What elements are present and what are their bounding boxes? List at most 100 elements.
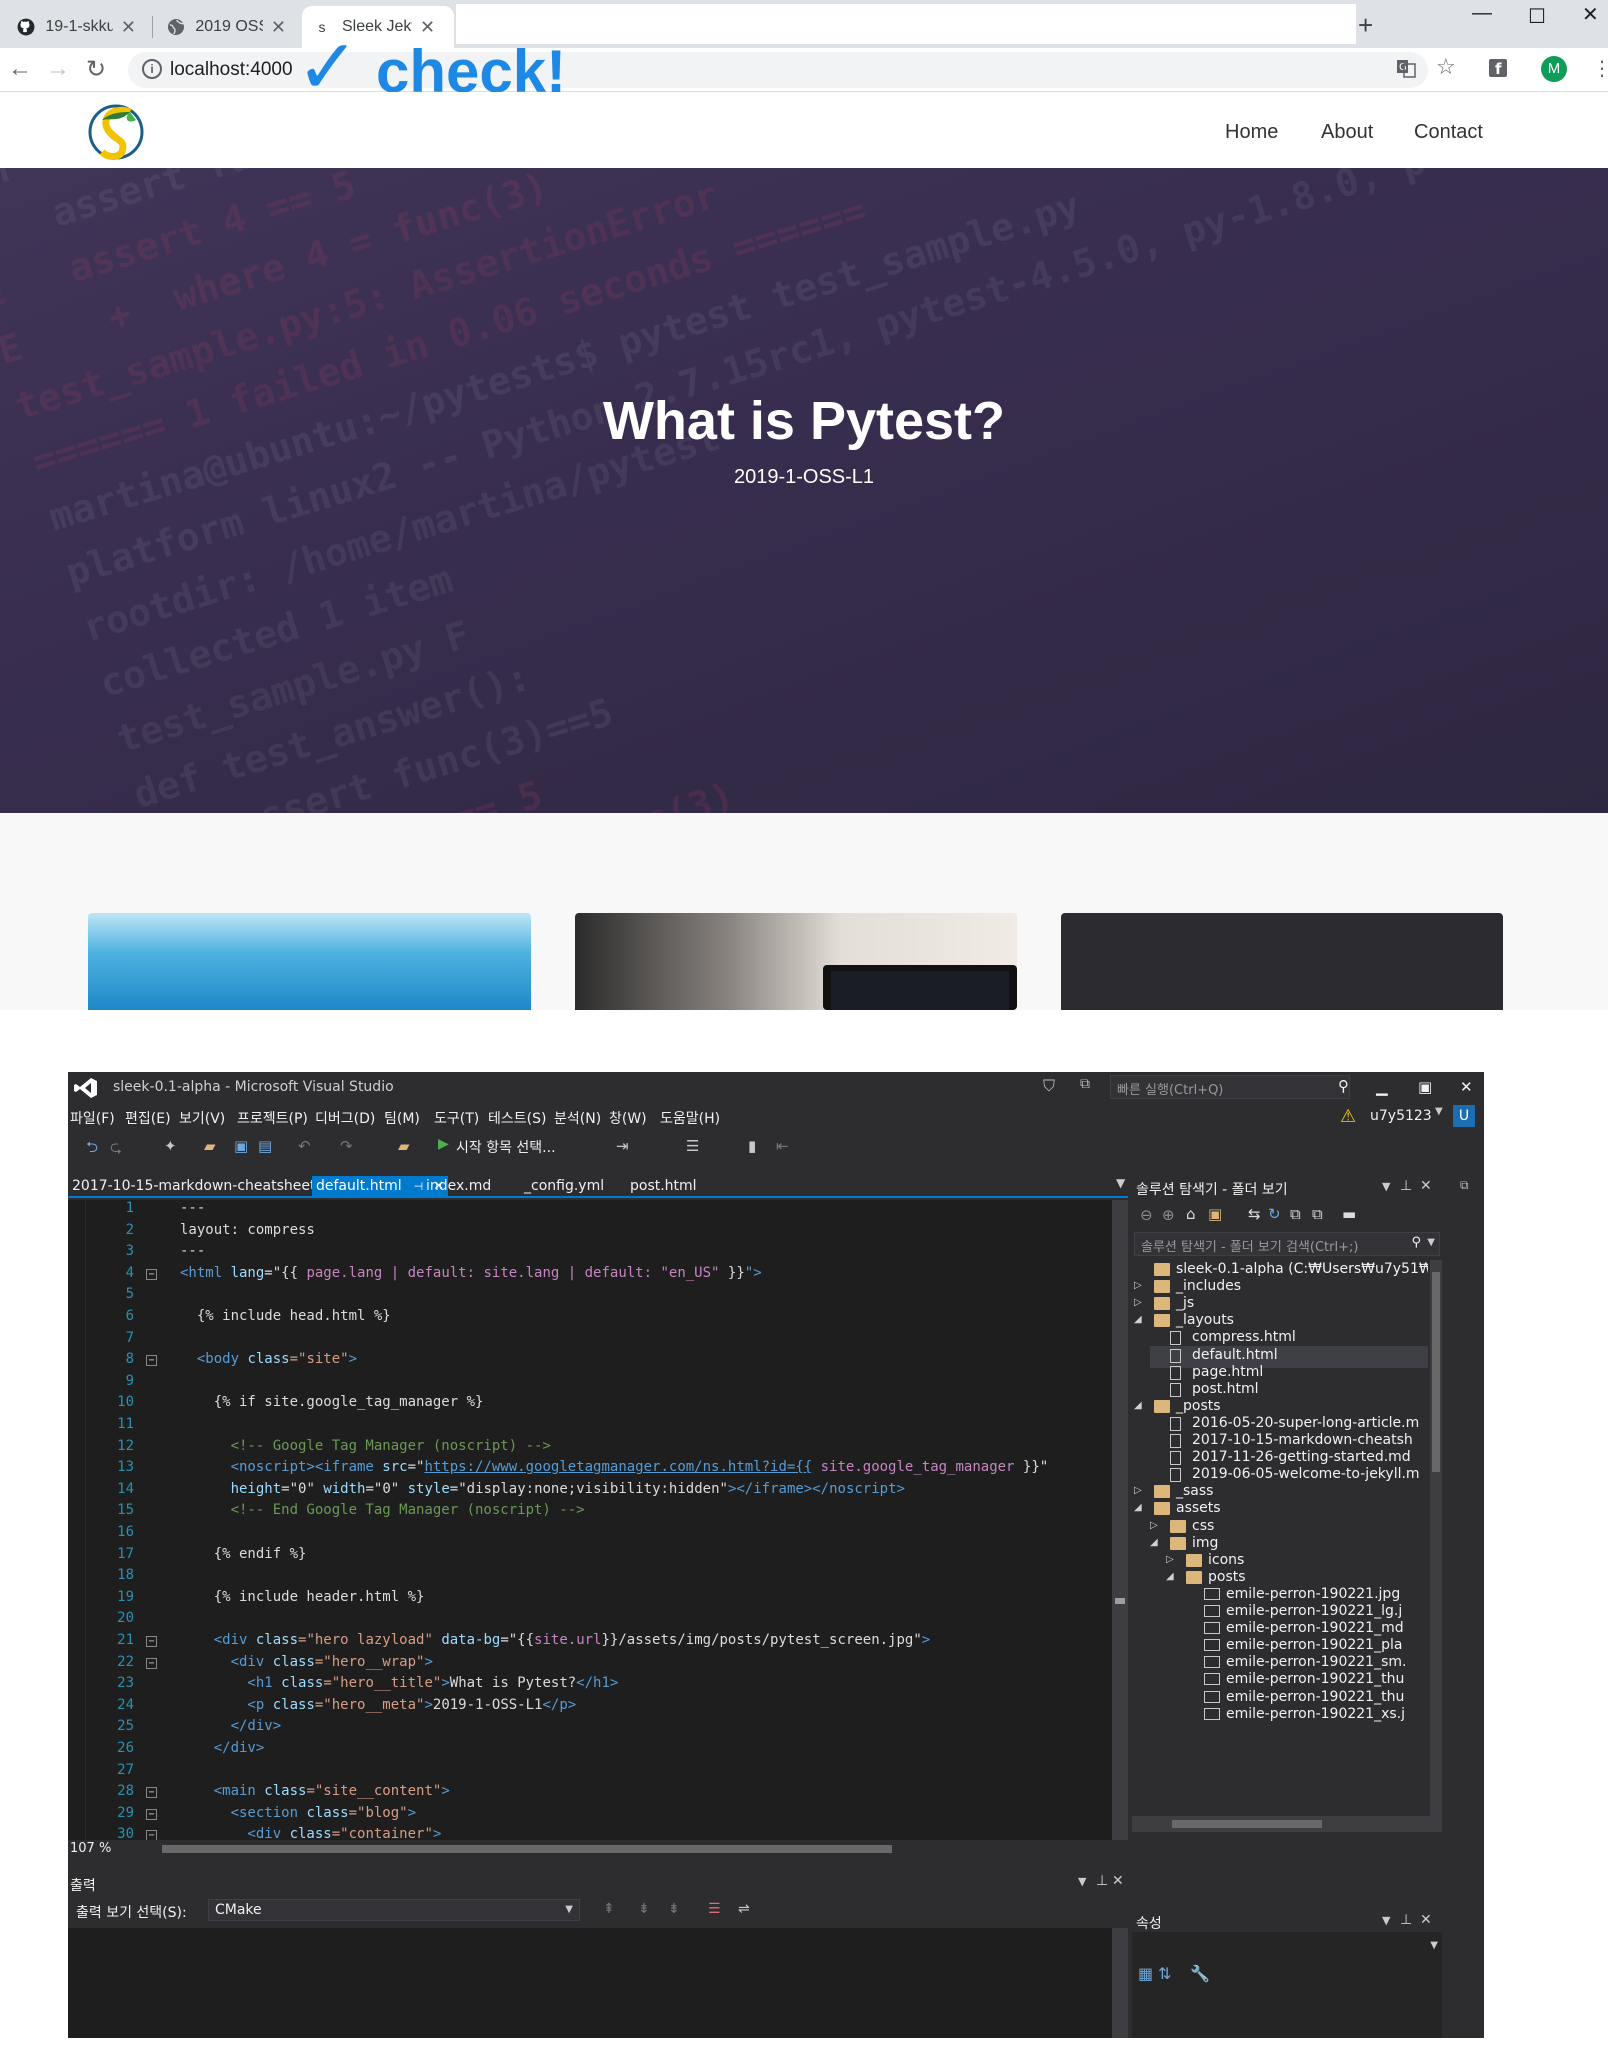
- fold-toggle-icon[interactable]: −: [146, 1787, 157, 1799]
- quick-launch-input[interactable]: 빠른 실행(Ctrl+Q): [1110, 1075, 1350, 1099]
- undo-icon[interactable]: ↶: [298, 1137, 311, 1155]
- pin-icon[interactable]: ⊥: [1096, 1873, 1108, 1889]
- indent-icon[interactable]: ☰: [686, 1137, 699, 1155]
- categorized-icon[interactable]: ▦: [1138, 1964, 1153, 1983]
- post-card-image[interactable]: [1061, 913, 1503, 1010]
- minimize-icon[interactable]: ▁: [1376, 1078, 1388, 1096]
- reload-icon[interactable]: ↻: [86, 55, 106, 84]
- step-icon[interactable]: ⇥: [616, 1137, 629, 1155]
- pin-icon[interactable]: ⊥: [1400, 1912, 1412, 1928]
- go-to-next-icon[interactable]: ⇟: [638, 1901, 650, 1917]
- fold-toggle-icon[interactable]: −: [146, 1268, 157, 1280]
- filter-icon[interactable]: ⛉: [1043, 1076, 1055, 1096]
- nav-contact[interactable]: Contact: [1414, 121, 1483, 144]
- tree-vertical-scrollbar[interactable]: [1430, 1260, 1442, 1816]
- editor-tab[interactable]: 2017-10-15-markdown-cheatsheet.md: [68, 1176, 346, 1196]
- vs-menu-item[interactable]: 테스트(S): [488, 1108, 546, 1128]
- vs-user-name[interactable]: u7y5123: [1370, 1108, 1432, 1124]
- chevron-down-icon[interactable]: ▼: [1382, 1180, 1390, 1193]
- start-item-select[interactable]: 시작 항목 선택...: [456, 1137, 556, 1157]
- find-icon[interactable]: ⇟: [668, 1901, 680, 1917]
- expand-arrow-icon[interactable]: ◢: [1150, 1537, 1164, 1548]
- expand-arrow-icon[interactable]: ▷: [1134, 1280, 1148, 1291]
- search-icon[interactable]: ⚲: [1338, 1077, 1349, 1095]
- fold-toggle-icon[interactable]: −: [146, 1355, 157, 1367]
- editor-tab[interactable]: post.html: [626, 1176, 701, 1196]
- chevron-down-icon[interactable]: ▼: [1435, 1106, 1443, 1117]
- nav-about[interactable]: About: [1321, 121, 1373, 144]
- close-icon[interactable]: ✕: [121, 17, 136, 38]
- vs-menu-item[interactable]: 파일(F): [70, 1108, 115, 1128]
- close-icon[interactable]: ✕: [271, 17, 286, 38]
- search-icon[interactable]: ⚲: [1411, 1235, 1421, 1250]
- toolbox-icon[interactable]: ⧉: [1460, 1178, 1469, 1193]
- close-window-icon[interactable]: ✕: [1582, 2, 1599, 27]
- bookmark-star-icon[interactable]: ☆: [1436, 54, 1456, 80]
- close-icon[interactable]: ✕: [1112, 1873, 1124, 1889]
- word-wrap-icon[interactable]: ⇌: [738, 1901, 750, 1917]
- browser-tab-oss[interactable]: 2019 OSS ✕: [156, 6, 296, 48]
- collapse-all-icon[interactable]: ⧉: [1290, 1205, 1301, 1223]
- bookmark-icon[interactable]: ▮: [748, 1137, 756, 1155]
- vs-menu-item[interactable]: 도구(T): [434, 1108, 479, 1128]
- url-text[interactable]: localhost:4000: [170, 59, 293, 81]
- new-item-icon[interactable]: ✦: [164, 1137, 177, 1155]
- chevron-down-icon[interactable]: ▼: [1430, 1940, 1438, 1951]
- post-card-image[interactable]: [88, 913, 531, 1010]
- home-icon[interactable]: ⌂: [1186, 1205, 1196, 1223]
- solution-explorer-search[interactable]: 솔루션 탐색기 - 폴더 보기 검색(Ctrl+;) ⚲ ▼: [1134, 1232, 1440, 1256]
- vs-menu-item[interactable]: 도움말(H): [660, 1108, 720, 1128]
- expand-arrow-icon[interactable]: ▷: [1166, 1554, 1180, 1565]
- expand-arrow-icon[interactable]: ◢: [1134, 1502, 1148, 1513]
- minimize-icon[interactable]: —: [1472, 2, 1492, 25]
- close-icon[interactable]: ✕: [1460, 1078, 1473, 1096]
- fold-toggle-icon[interactable]: −: [146, 1636, 157, 1647]
- scroll-thumb[interactable]: [1115, 1598, 1125, 1604]
- editor-horizontal-scrollbar[interactable]: 107 %: [68, 1840, 1128, 1858]
- vs-menu-item[interactable]: 분석(N): [554, 1108, 601, 1128]
- expand-arrow-icon[interactable]: ▷: [1150, 1520, 1164, 1531]
- switch-view-icon[interactable]: ▣: [1208, 1205, 1222, 1223]
- open-folder-icon[interactable]: ▰: [204, 1137, 216, 1155]
- pin-icon[interactable]: ⊥: [1400, 1178, 1412, 1194]
- save-all-icon[interactable]: ▤: [258, 1137, 272, 1155]
- nav-home[interactable]: Home: [1225, 121, 1278, 144]
- user-badge[interactable]: U: [1453, 1105, 1475, 1127]
- editor-vertical-scrollbar[interactable]: [1112, 1200, 1128, 1840]
- chevron-down-icon[interactable]: ▼: [1078, 1875, 1086, 1888]
- zoom-level[interactable]: 107 %: [70, 1841, 111, 1856]
- vs-menu-item[interactable]: 편집(E): [125, 1108, 171, 1128]
- vs-menu-item[interactable]: 디버그(D): [315, 1108, 375, 1128]
- editor-tab[interactable]: _config.yml: [520, 1176, 608, 1196]
- fold-toggle-icon[interactable]: −: [146, 1657, 157, 1669]
- expand-arrow-icon[interactable]: ◢: [1166, 1571, 1180, 1582]
- chevron-down-icon[interactable]: ▼: [1427, 1237, 1435, 1248]
- back-icon[interactable]: ⮌: [86, 1137, 98, 1162]
- extension-icon[interactable]: f: [1488, 58, 1508, 83]
- expand-arrow-icon[interactable]: ▷: [1134, 1297, 1148, 1308]
- post-card-image[interactable]: [575, 913, 1017, 1010]
- back-icon[interactable]: ←: [8, 55, 32, 83]
- output-body[interactable]: [68, 1928, 1112, 2038]
- scroll-thumb[interactable]: [1432, 1272, 1440, 1472]
- forward-icon[interactable]: ⮎: [110, 1137, 122, 1162]
- chevron-down-icon[interactable]: ▼: [1382, 1914, 1390, 1927]
- menu-kebab-icon[interactable]: ⋮: [1592, 56, 1608, 81]
- output-scrollbar[interactable]: [1112, 1928, 1128, 2038]
- fold-toggle-icon[interactable]: −: [146, 1830, 157, 1840]
- code-editor[interactable]: 1 --- 2 layout: compress 3 --- 4− <html lang="{…: [68, 1200, 1112, 1840]
- vs-menu-item[interactable]: 팀(M): [384, 1108, 420, 1128]
- maximize-icon[interactable]: ☐: [1528, 4, 1546, 29]
- wrench-icon[interactable]: 🔧: [1190, 1964, 1210, 1983]
- scroll-thumb[interactable]: [162, 1845, 892, 1853]
- show-all-files-icon[interactable]: ⧉: [1312, 1205, 1323, 1223]
- vs-menu-item[interactable]: 창(W): [609, 1108, 647, 1128]
- prev-bookmark-icon[interactable]: ⇤: [776, 1137, 789, 1155]
- site-logo[interactable]: [86, 98, 146, 164]
- info-icon[interactable]: i: [142, 59, 162, 79]
- profile-avatar[interactable]: M: [1541, 56, 1567, 82]
- run-folder-icon[interactable]: ▰: [398, 1137, 410, 1155]
- browser-tab-github[interactable]: 19-1-skku ✕: [6, 6, 146, 48]
- translate-icon[interactable]: G: [1396, 58, 1416, 83]
- save-icon[interactable]: ▣: [234, 1137, 248, 1155]
